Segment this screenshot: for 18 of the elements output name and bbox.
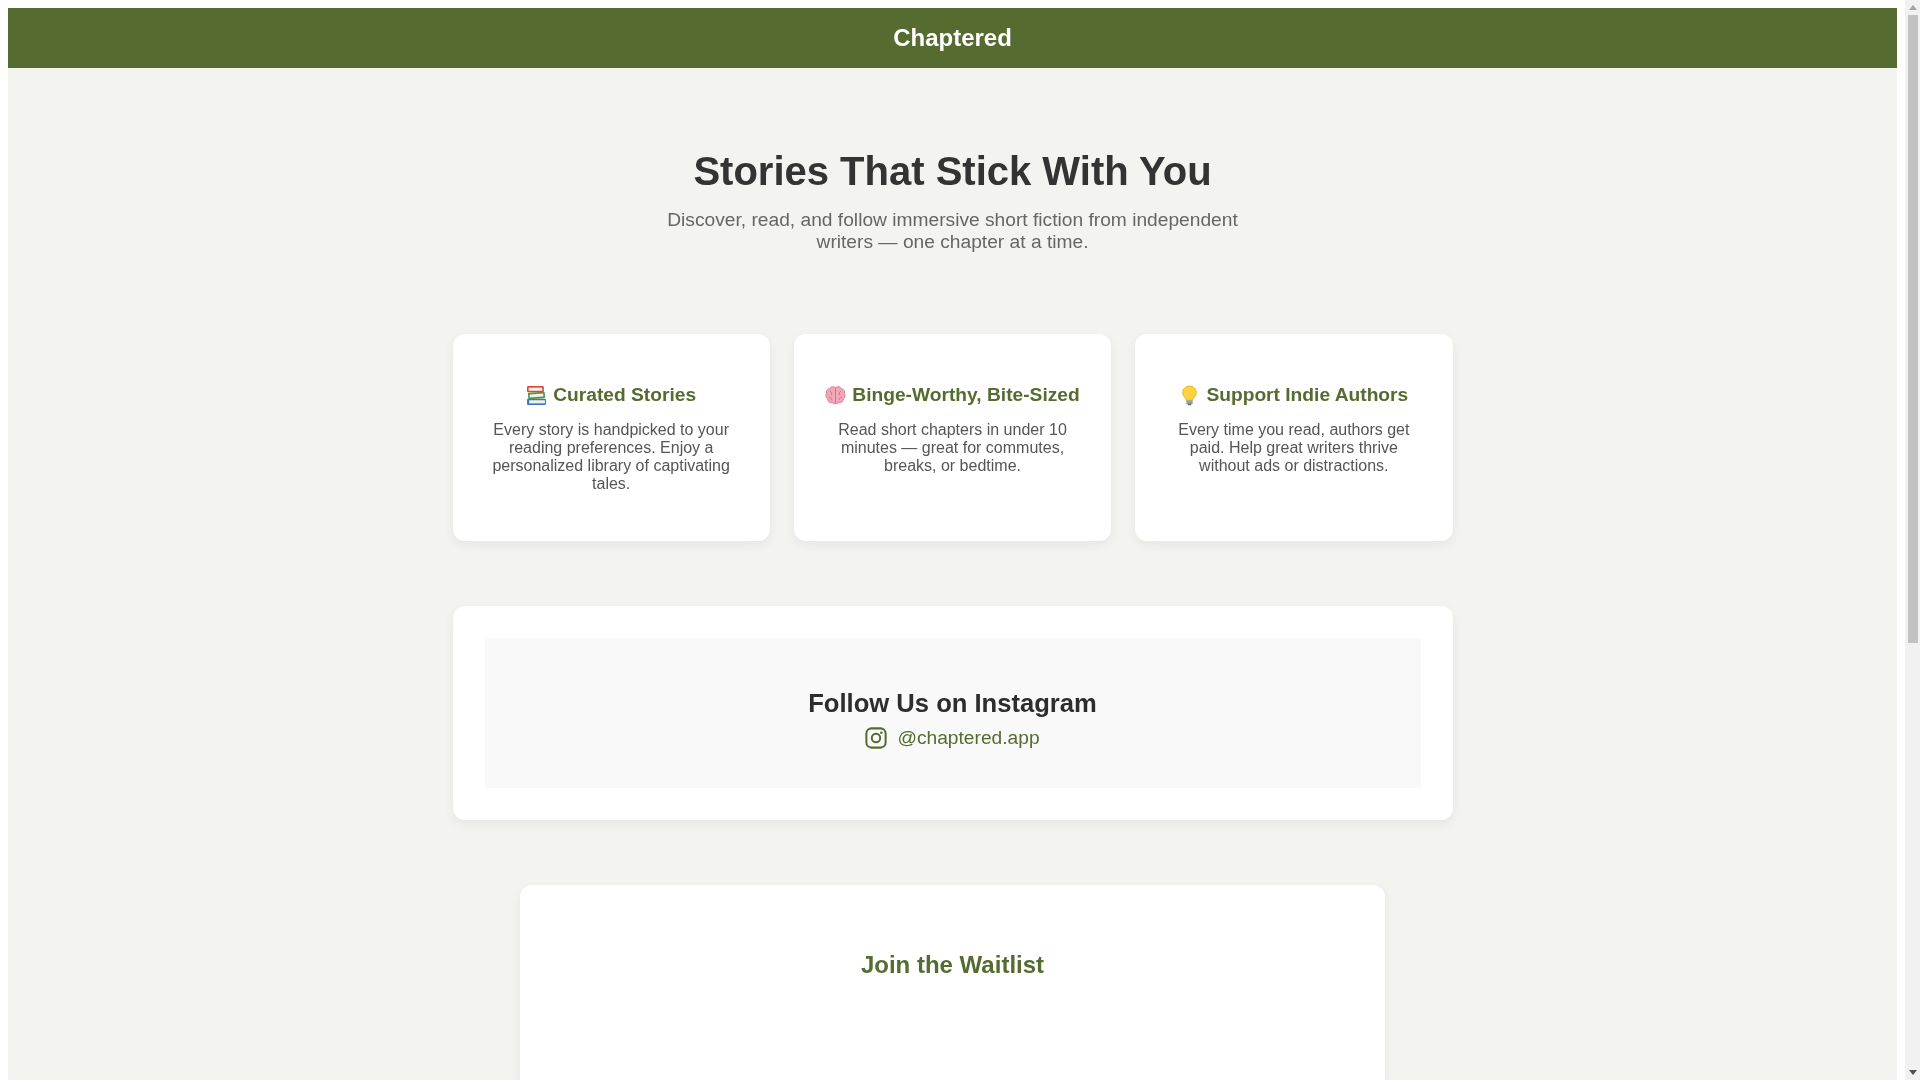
scroll-thumb[interactable] (1907, 15, 1918, 643)
hero-subtitle: Discover, read, and follow immersive short fiction from independent writers — one chapter at a time. (666, 209, 1239, 253)
site-title: Chaptered (893, 24, 1012, 52)
feature-title: Binge-Worthy, Bite-Sized (852, 384, 1080, 406)
feature-description: Every time you read, authors get paid. Help great writers thrive without ads or distractions. (1177, 421, 1411, 475)
camera-icon (865, 727, 888, 749)
hero-heading: Stories That Stick With You (693, 148, 1212, 194)
triangle-up-icon (1908, 5, 1917, 10)
triangle-down-icon (1908, 1070, 1917, 1075)
instagram-handle-link[interactable]: @chaptered.app (897, 726, 1040, 750)
feature-title: Curated Stories (553, 384, 697, 406)
feature-description: Every story is handpicked to your reading preferences. Enjoy a personalized library of captivating tales. (491, 421, 731, 493)
feature-title: Support Indie Authors (1206, 384, 1409, 406)
brain-icon (825, 384, 847, 406)
books-icon (526, 384, 548, 406)
instagram-heading: Follow Us on Instagram (808, 688, 1097, 718)
waitlist-heading: Join the Waitlist (859, 951, 1046, 979)
feature-description: Read short chapters in under 10 minutes — great for commutes, breaks, or bedtime. (837, 421, 1068, 475)
